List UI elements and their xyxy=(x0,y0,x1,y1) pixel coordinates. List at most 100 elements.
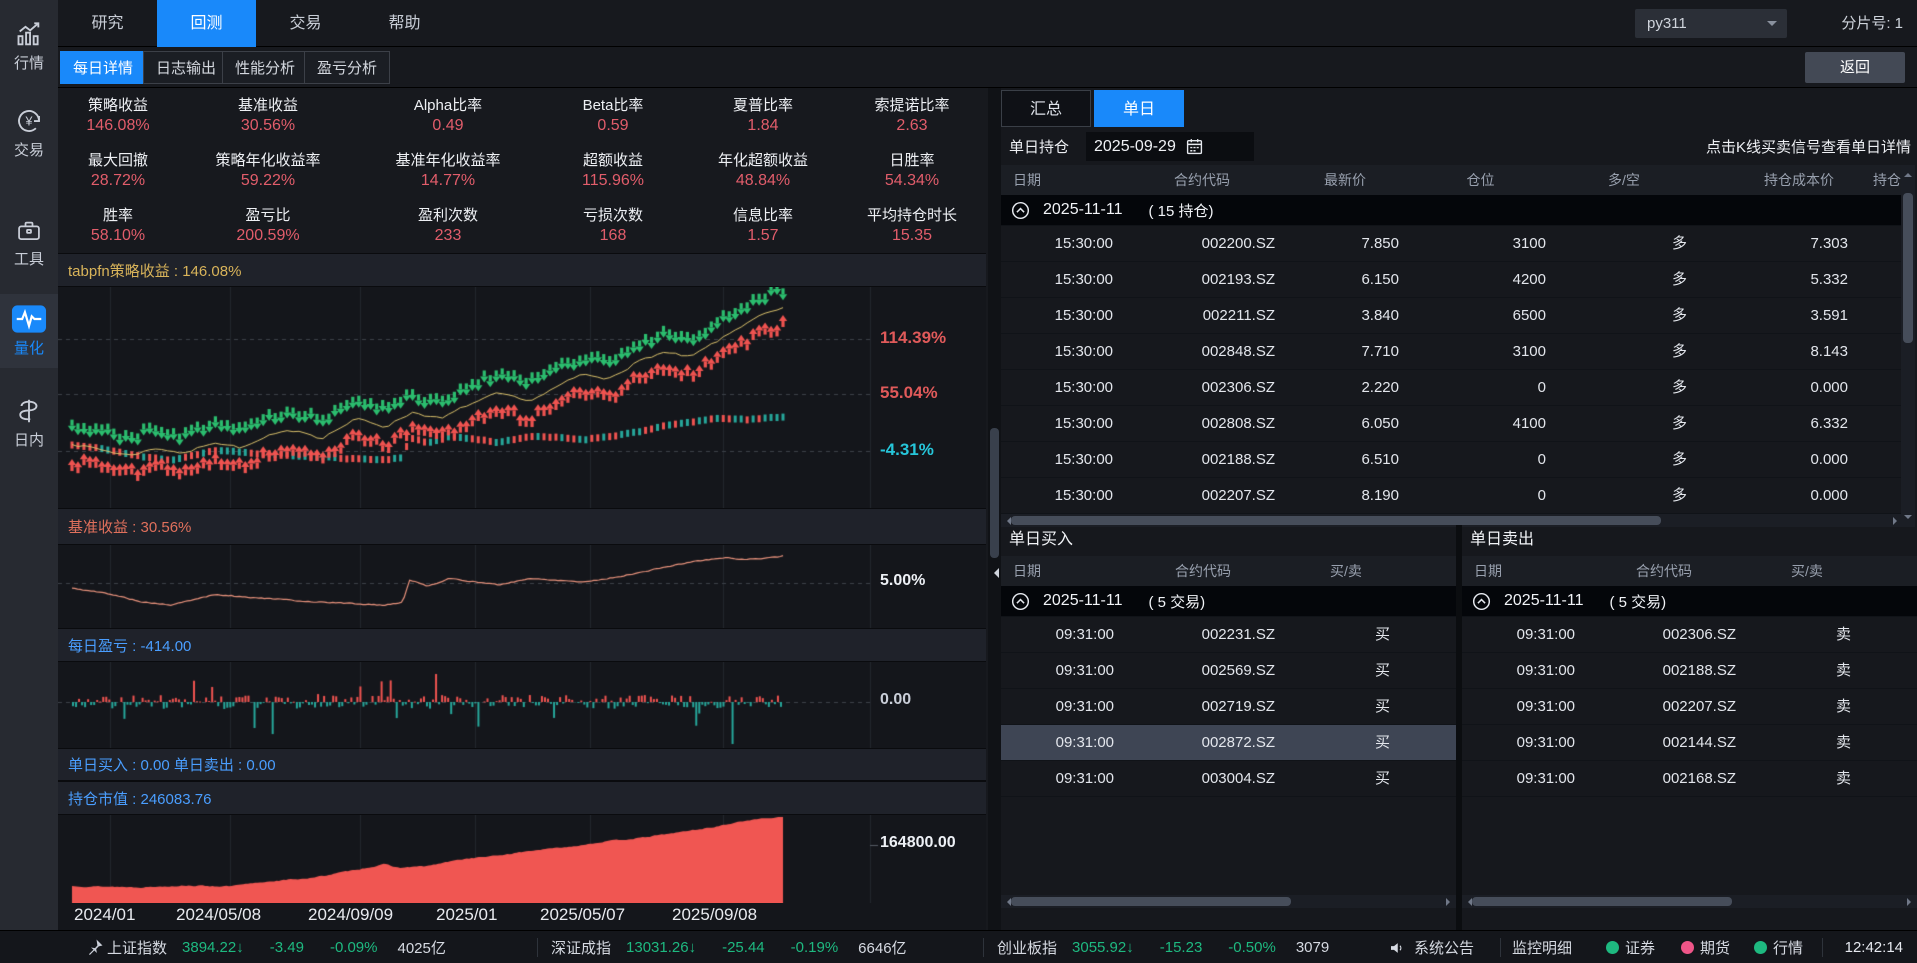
cell: 买 xyxy=(1286,653,1456,688)
cell: 15:30:00 xyxy=(1001,442,1121,477)
scrollbar-thumb[interactable] xyxy=(1472,897,1732,906)
holdings-vscrollbar[interactable] xyxy=(1901,165,1915,527)
tab-pnl-analysis[interactable]: 盈亏分析 xyxy=(304,51,390,84)
col-header[interactable]: 买/卖 xyxy=(1747,556,1917,586)
index-amount: 6646亿 xyxy=(858,937,906,958)
trade-row[interactable]: 09:31:00002168.SZ卖 xyxy=(1462,761,1917,797)
feed-securities[interactable]: 证券 xyxy=(1606,931,1655,963)
holdings-row[interactable]: 15:30:00002200.SZ7.8503100多7.303 xyxy=(1001,226,1903,262)
trade-row[interactable]: 09:31:00002207.SZ卖 xyxy=(1462,689,1917,725)
scroll-left-icon[interactable] xyxy=(1464,898,1472,906)
tab-single-day[interactable]: 单日 xyxy=(1094,90,1184,127)
scrollbar-thumb[interactable] xyxy=(1011,897,1291,906)
cell: 15:30:00 xyxy=(1001,334,1121,369)
sidebar-item-intraday[interactable]: 日内 xyxy=(0,386,58,460)
feed-quotes[interactable]: 行情 xyxy=(1754,931,1803,963)
scrollbar-thumb[interactable] xyxy=(1011,516,1661,525)
buys-group-row[interactable]: 2025-11-11 ( 5 交易) xyxy=(1001,586,1456,617)
holdings-row[interactable]: 15:30:00002306.SZ2.2200多0.000 xyxy=(1001,370,1903,406)
col-header[interactable]: 合约代码 xyxy=(1592,556,1747,586)
trade-row[interactable]: 09:31:00002231.SZ买 xyxy=(1001,617,1456,653)
tab-summary[interactable]: 汇总 xyxy=(1001,90,1091,127)
date-picker[interactable]: 2025-09-29 xyxy=(1086,132,1254,161)
nav-trade[interactable]: 交易 xyxy=(256,0,355,47)
sidebar-item-market[interactable]: 行情 xyxy=(0,10,58,84)
index-shanghai[interactable]: 上证指数 3894.22↓ -3.49 -0.09% 4025亿 xyxy=(107,931,446,963)
scroll-right-icon[interactable] xyxy=(1446,898,1454,906)
col-header[interactable]: 多/空 xyxy=(1554,165,1694,195)
holdings-row[interactable]: 15:30:00002193.SZ6.1504200多5.332 xyxy=(1001,262,1903,298)
pin-icon[interactable] xyxy=(86,938,104,956)
trade-row[interactable]: 09:31:00002306.SZ卖 xyxy=(1462,617,1917,653)
nav-research[interactable]: 研究 xyxy=(58,0,157,47)
col-header[interactable]: 买/卖 xyxy=(1286,556,1456,586)
col-header[interactable]: 日期 xyxy=(1001,556,1131,586)
scroll-left-icon[interactable] xyxy=(1003,517,1011,525)
col-header[interactable]: 日期 xyxy=(1462,556,1592,586)
holdings-row[interactable]: 15:30:00002188.SZ6.5100多0.000 xyxy=(1001,442,1903,478)
x-axis-label: 2025/01 xyxy=(436,905,497,925)
top-nav: 研究 回测 交易 帮助 py311 分片号: 1 xyxy=(58,0,1917,47)
market-value-chart-canvas[interactable] xyxy=(58,815,986,903)
scroll-right-icon[interactable] xyxy=(1907,898,1915,906)
holdings-group-row[interactable]: 2025-11-11 ( 15 持仓) xyxy=(1001,195,1903,226)
scrollbar-thumb[interactable] xyxy=(990,428,999,558)
monitor-detail[interactable]: 监控明细 xyxy=(1512,931,1572,963)
holdings-row[interactable]: 15:30:00002848.SZ7.7103100多8.143 xyxy=(1001,334,1903,370)
col-header[interactable]: 合约代码 xyxy=(1121,165,1283,195)
feed-futures[interactable]: 期货 xyxy=(1681,931,1730,963)
col-header[interactable]: 持仓成本价 xyxy=(1694,165,1861,195)
sells-hscrollbar[interactable] xyxy=(1462,895,1917,908)
status-bar: 上证指数 3894.22↓ -3.49 -0.09% 4025亿 深证成指 13… xyxy=(0,930,1917,963)
index-shenzhen[interactable]: 深证成指 13031.26↓ -25.44 -0.19% 6646亿 xyxy=(551,931,907,963)
scroll-right-icon[interactable] xyxy=(1893,517,1901,525)
trade-row[interactable]: 09:31:00002719.SZ买 xyxy=(1001,689,1456,725)
trade-row[interactable]: 09:31:00003004.SZ买 xyxy=(1001,761,1456,797)
system-announcement[interactable]: 系统公告 xyxy=(1388,931,1474,963)
scrollbar-thumb[interactable] xyxy=(1903,193,1913,343)
cell: 002207.SZ xyxy=(1592,689,1747,724)
sidebar-item-trade[interactable]: ¥ 交易 xyxy=(0,96,58,170)
sidebar-item-tools[interactable]: 工具 xyxy=(0,206,58,280)
col-header[interactable]: 持仓市值 xyxy=(1861,165,1903,195)
trade-yen-icon: ¥ xyxy=(14,106,44,136)
col-header[interactable]: 仓位 xyxy=(1407,165,1554,195)
scroll-down-icon[interactable] xyxy=(1904,515,1912,523)
buys-hscrollbar[interactable] xyxy=(1001,895,1456,908)
trade-row[interactable]: 09:31:00002188.SZ卖 xyxy=(1462,653,1917,689)
tab-performance[interactable]: 性能分析 xyxy=(222,51,308,84)
sidebar-item-quant[interactable]: 量化 xyxy=(0,294,58,368)
strategy-chart-canvas[interactable] xyxy=(58,287,986,508)
tab-log-output[interactable]: 日志输出 xyxy=(143,51,229,84)
col-header[interactable]: 合约代码 xyxy=(1131,556,1286,586)
nav-backtest[interactable]: 回测 xyxy=(157,0,256,47)
col-header[interactable]: 日期 xyxy=(1001,165,1121,195)
divider xyxy=(983,938,984,957)
stat-item: 胜率58.10% xyxy=(58,198,178,253)
cell: 15:30:00 xyxy=(1001,226,1121,261)
scroll-up-icon[interactable] xyxy=(1904,169,1912,177)
stat-item: 基准年化收益率14.77% xyxy=(358,143,538,198)
holdings-row[interactable]: 15:30:00002808.SZ6.0504100多6.332 xyxy=(1001,406,1903,442)
trade-row[interactable]: 09:31:00002569.SZ买 xyxy=(1001,653,1456,689)
trade-row[interactable]: 09:31:00002872.SZ买 xyxy=(1001,725,1456,761)
env-select[interactable]: py311 xyxy=(1635,9,1787,38)
index-chinext[interactable]: 创业板指 3055.92↓ -15.23 -0.50% 3079 xyxy=(997,931,1329,963)
trade-row[interactable]: 09:31:00002144.SZ卖 xyxy=(1462,725,1917,761)
stat-item: 基准收益30.56% xyxy=(178,88,358,143)
collapse-handle-icon[interactable] xyxy=(989,568,999,578)
sells-group-row[interactable]: 2025-11-11 ( 5 交易) xyxy=(1462,586,1917,617)
nav-help[interactable]: 帮助 xyxy=(355,0,454,47)
stat-item: Beta比率0.59 xyxy=(538,88,688,143)
daily-trades-title: 单日买入 : 0.00 单日卖出 : 0.00 xyxy=(58,748,986,781)
holdings-row[interactable]: 15:30:00002211.SZ3.8406500多3.591 xyxy=(1001,298,1903,334)
daily-pnl-chart-canvas[interactable] xyxy=(58,662,986,748)
left-panel-scrollbar[interactable] xyxy=(988,88,1001,930)
scroll-left-icon[interactable] xyxy=(1003,898,1011,906)
col-header[interactable]: 最新价 xyxy=(1283,165,1407,195)
holdings-row[interactable]: 15:30:00002207.SZ8.1900多0.000 xyxy=(1001,478,1903,514)
tab-daily-detail[interactable]: 每日详情 xyxy=(60,51,146,84)
cell: 003004.SZ xyxy=(1131,761,1286,796)
back-button[interactable]: 返回 xyxy=(1805,52,1905,83)
benchmark-chart-canvas[interactable] xyxy=(58,545,986,628)
